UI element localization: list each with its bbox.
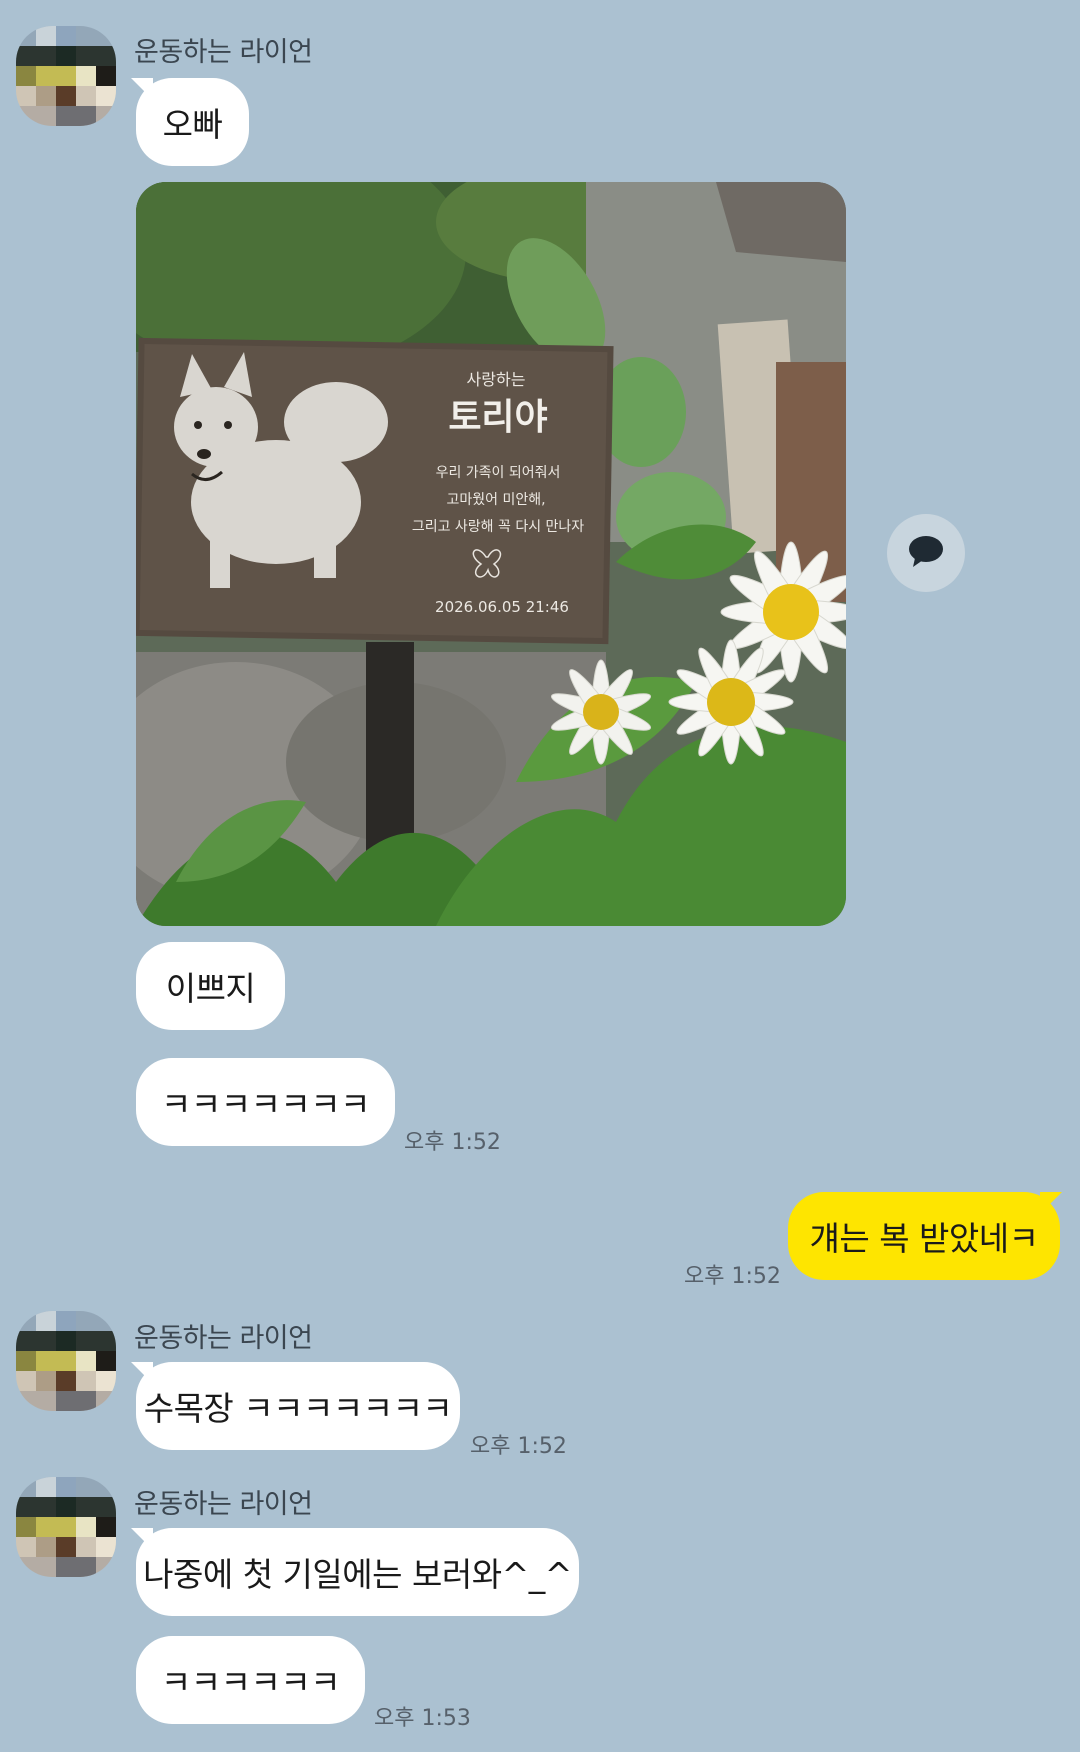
message-time: 오후 1:52: [470, 1434, 567, 1459]
message-time: 오후 1:52: [684, 1264, 781, 1289]
message-time: 오후 1:52: [404, 1130, 501, 1155]
speech-bubble-icon: [907, 534, 945, 572]
message-bubble-mine[interactable]: 걔는 복 받았네ㅋ: [788, 1192, 1060, 1280]
message-bubble[interactable]: 나중에 첫 기일에는 보러와^_^: [136, 1528, 579, 1616]
sender-name: 운동하는 라이언: [134, 1489, 313, 1520]
bubble-tail: [1040, 1192, 1062, 1214]
message-bubble[interactable]: 수목장 ㅋㅋㅋㅋㅋㅋㅋ: [136, 1362, 460, 1450]
plaque-line: 고마웠어 미안해,: [446, 492, 545, 508]
avatar[interactable]: [16, 26, 116, 126]
avatar[interactable]: [16, 1311, 116, 1411]
plaque-heading: 사랑하는: [467, 370, 526, 389]
message-photo[interactable]: 사랑하는 토리야 우리 가족이 되어줘서 고마웠어 미안해, 그리고 사랑해 꼭…: [136, 182, 846, 926]
share-button[interactable]: [887, 514, 965, 592]
avatar[interactable]: [16, 1477, 116, 1577]
plaque-line: 그리고 사랑해 꼭 다시 만나자: [412, 519, 584, 535]
message-bubble[interactable]: 오빠: [136, 78, 249, 166]
message-bubble[interactable]: ㅋㅋㅋㅋㅋㅋㅋ: [136, 1058, 395, 1146]
sender-name: 운동하는 라이언: [134, 37, 313, 68]
plaque-line: 우리 가족이 되어줘서: [436, 465, 561, 481]
plaque-name: 토리야: [448, 397, 547, 438]
plaque-date: 2026.06.05 21:46: [435, 598, 569, 616]
message-bubble[interactable]: ㅋㅋㅋㅋㅋㅋ: [136, 1636, 365, 1724]
sender-name: 운동하는 라이언: [134, 1323, 313, 1354]
message-bubble[interactable]: 이쁘지: [136, 942, 285, 1030]
message-time: 오후 1:53: [374, 1706, 471, 1731]
